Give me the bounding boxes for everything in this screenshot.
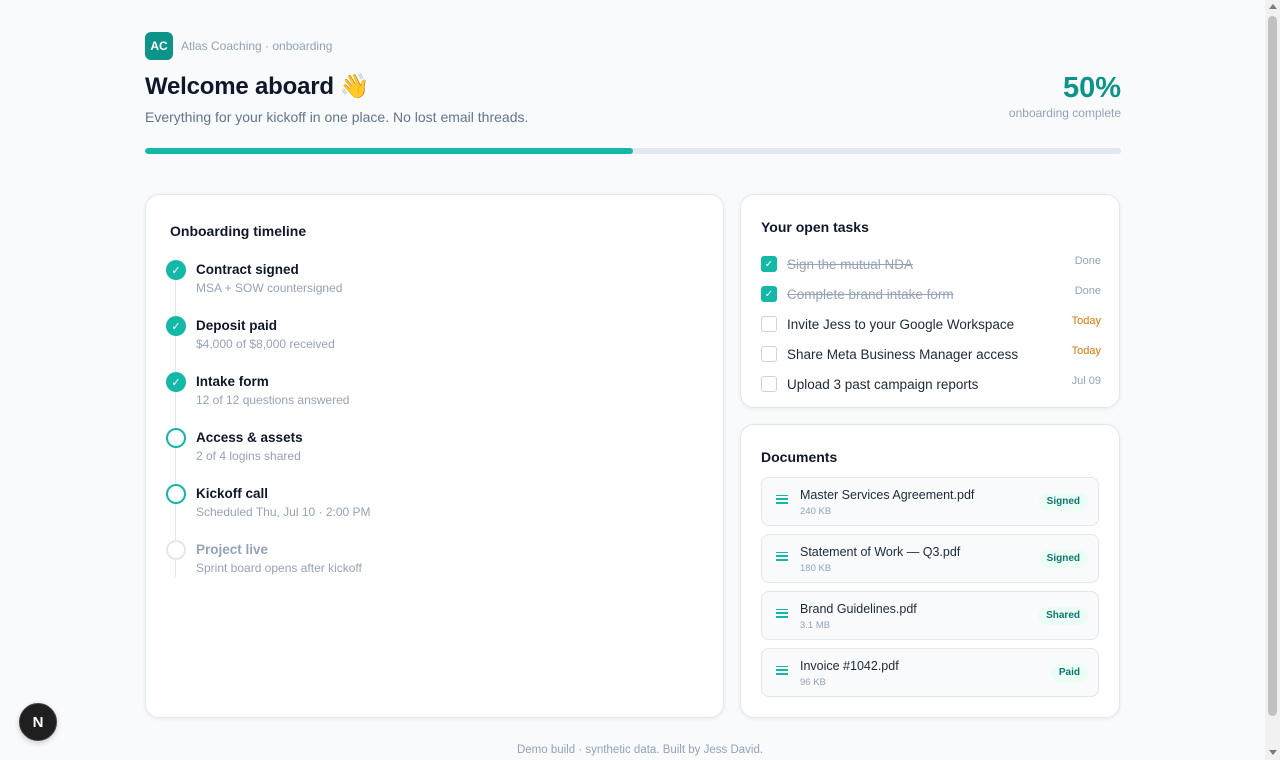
timeline-title: Onboarding timeline [170,223,307,239]
task-list: ✓ Sign the mutual NDA Done ✓ Complete br… [761,249,1101,399]
task-checkbox[interactable] [761,346,777,362]
scrollbar-thumb[interactable] [1268,16,1277,716]
timeline-step: Access & assets 2 of 4 logins shared [166,427,371,483]
progress-bar [145,148,1121,154]
document-size: 180 KB [800,563,832,574]
dev-tools-button[interactable]: N [19,703,57,741]
timeline-step-name: Intake form [196,374,269,389]
brand-name: Atlas Coaching · onboarding [181,39,333,53]
document-status-badge: Shared [1038,607,1088,625]
timeline-step: Project live Sprint board opens after ki… [166,539,371,595]
timeline-step-detail: $4,000 of $8,000 received [196,337,335,351]
timeline-step-name: Contract signed [196,262,299,277]
title-row: Welcome aboard 👋 Everything for your kick… [145,72,1121,144]
open-tasks-card: Your open tasks ✓ Sign the mutual NDA Do… [740,194,1120,408]
document-status-badge: Paid [1050,664,1088,682]
footer-note: Demo build · synthetic data. Built by Je… [516,744,764,756]
task-due: Today [1071,315,1101,327]
document-item[interactable]: Master Services Agreement.pdf 240 KB Sig… [761,477,1099,526]
timeline-step-name: Access & assets [196,430,303,445]
task-due: Today [1071,345,1101,357]
task-due: Jul 09 [1071,375,1101,387]
step-status-icon: ✓ [166,316,186,336]
timeline-step-detail: 12 of 12 questions answered [196,393,350,407]
step-status-icon [166,484,186,504]
document-icon [776,552,788,566]
task-label: Share Meta Business Manager access [787,346,1019,362]
task-label: Complete brand intake form [787,286,954,302]
document-name: Brand Guidelines.pdf [800,602,917,616]
progress-bar-fill [145,148,633,154]
documents-card: Documents Master Services Agreement.pdf … [740,424,1120,718]
task-checkbox[interactable]: ✓ [761,256,777,272]
task-item[interactable]: Share Meta Business Manager access Today [761,339,1101,369]
task-label: Sign the mutual NDA [787,256,914,272]
document-size: 240 KB [800,506,832,517]
document-name: Invoice #1042.pdf [800,659,899,673]
task-due: Done [1074,255,1101,267]
task-checkbox[interactable] [761,376,777,392]
task-item[interactable]: Invite Jess to your Google Workspace Tod… [761,309,1101,339]
tasks-title: Your open tasks [761,219,869,235]
document-status-badge: Signed [1038,550,1088,568]
timeline-step: ✓ Deposit paid $4,000 of $8,000 received [166,315,371,371]
timeline-list: ✓ Contract signed MSA + SOW countersigne… [166,259,371,595]
timeline-step-name: Kickoff call [196,486,269,501]
progress-label: onboarding complete [1008,106,1121,120]
progress-percent: 50% [1062,72,1121,104]
timeline-step-name: Deposit paid [196,318,278,333]
brand-logo: AC [145,32,173,60]
step-status-icon: ✓ [166,260,186,280]
onboarding-timeline-card: Onboarding timeline ✓ Contract signed MS… [145,194,724,718]
task-due: Done [1074,285,1101,297]
timeline-step-detail: Sprint board opens after kickoff [196,561,362,575]
timeline-step: ✓ Intake form 12 of 12 questions answere… [166,371,371,427]
scroll-up-arrow-icon[interactable] [1269,4,1277,9]
document-name: Master Services Agreement.pdf [800,488,975,502]
page-title-text: Welcome aboard [145,73,334,100]
document-status-badge: Signed [1038,493,1088,511]
step-status-icon [166,540,186,560]
task-label: Invite Jess to your Google Workspace [787,316,1015,332]
documents-title: Documents [761,449,838,465]
brand: AC Atlas Coaching · onboarding [145,32,1121,60]
document-size: 3.1 MB [800,620,831,631]
document-icon [776,609,788,623]
page-scrollbar[interactable] [1265,0,1280,760]
scroll-down-arrow-icon[interactable] [1269,750,1277,755]
document-item[interactable]: Brand Guidelines.pdf 3.1 MB Shared [761,591,1099,640]
timeline-step-detail: Scheduled Thu, Jul 10 · 2:00 PM [196,505,371,519]
timeline-step: Kickoff call Scheduled Thu, Jul 10 · 2:0… [166,483,371,539]
step-status-icon [166,428,186,448]
task-item[interactable]: Upload 3 past campaign reports Jul 09 [761,369,1101,399]
timeline-step-detail: 2 of 4 logins shared [196,449,301,463]
task-checkbox[interactable] [761,316,777,332]
page-header: AC Atlas Coaching · onboarding Welcome a… [145,32,1121,154]
progress-summary: 50% onboarding complete [1009,72,1121,120]
task-label: Upload 3 past campaign reports [787,376,979,392]
document-item[interactable]: Invoice #1042.pdf 96 KB Paid [761,648,1099,697]
timeline-step-detail: MSA + SOW countersigned [196,281,343,295]
document-icon [776,495,788,509]
document-item[interactable]: Statement of Work — Q3.pdf 180 KB Signed [761,534,1099,583]
document-size: 96 KB [800,677,826,688]
task-checkbox[interactable]: ✓ [761,286,777,302]
step-status-icon: ✓ [166,372,186,392]
document-list: Master Services Agreement.pdf 240 KB Sig… [761,477,1099,705]
waving-hand-icon: 👋 [339,73,370,100]
page-title: Welcome aboard 👋 [145,72,1121,101]
task-item[interactable]: ✓ Sign the mutual NDA Done [761,249,1101,279]
document-name: Statement of Work — Q3.pdf [800,545,961,559]
timeline-step: ✓ Contract signed MSA + SOW countersigne… [166,259,371,315]
timeline-step-name: Project live [196,542,269,557]
page-subtitle: Everything for your kickoff in one place… [145,109,529,125]
task-item[interactable]: ✓ Complete brand intake form Done [761,279,1101,309]
document-icon [776,666,788,680]
